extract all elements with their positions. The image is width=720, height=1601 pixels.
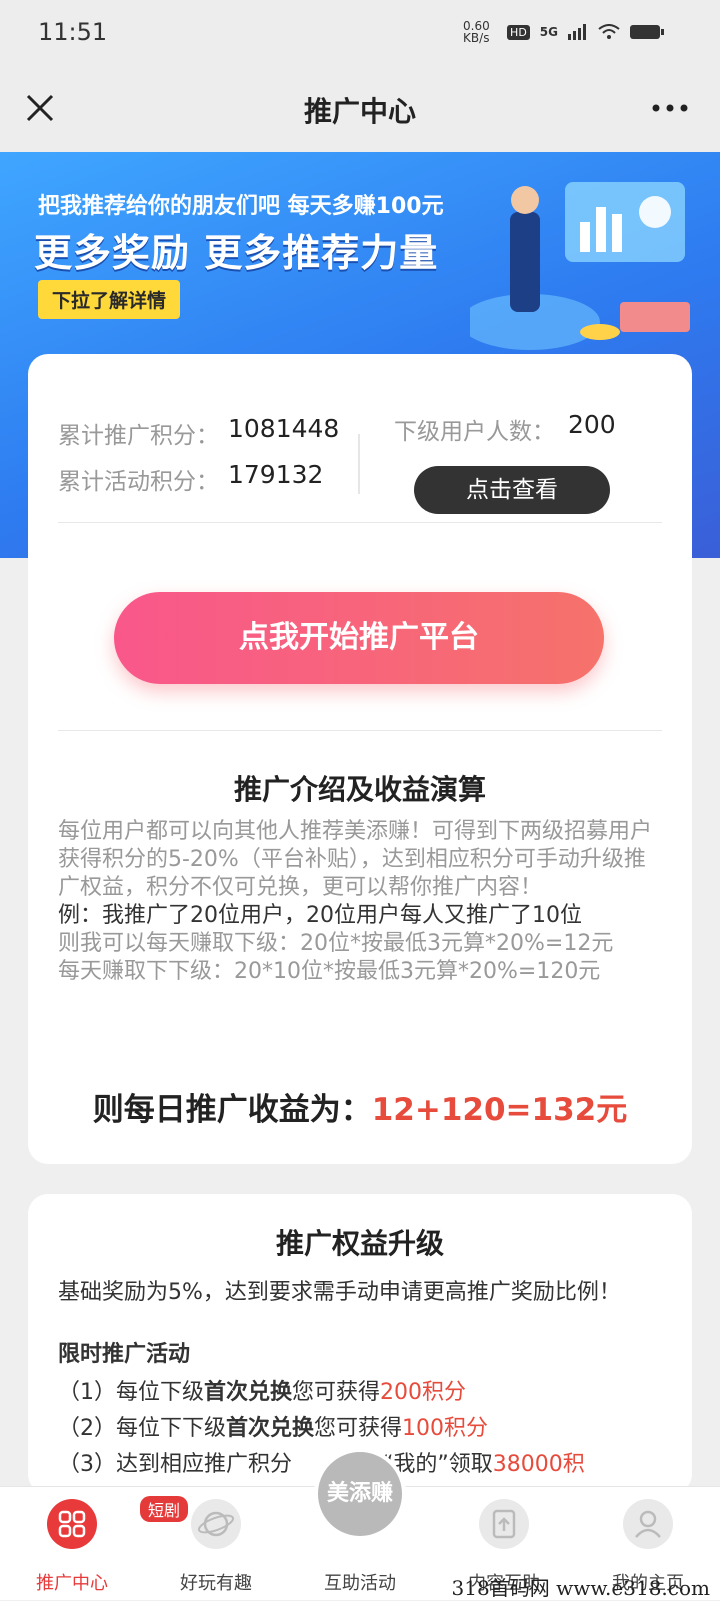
- item2-prefix: （2）每位下下级: [58, 1416, 226, 1441]
- battery-icon: [630, 25, 664, 39]
- center-logo-button[interactable]: 美添赚: [314, 1448, 406, 1540]
- item3-prefix: （3）达到相应推广积分: [58, 1452, 292, 1477]
- intro-text: 每位用户都可以向其他人推荐美添赚！可得到下两级招募用户获得积分的5-20%（平台…: [58, 818, 662, 986]
- divider: [58, 730, 662, 731]
- stats-card: 累计推广积分： 1081448 累计活动积分： 179132 下级用户人数： 2…: [28, 354, 692, 1164]
- net-speed: 0.60 KB/s: [463, 19, 490, 45]
- start-promo-button[interactable]: 点我开始推广平台: [114, 592, 604, 684]
- item2-mid: 您可获得: [314, 1416, 403, 1441]
- item2-points: 100积分: [402, 1416, 489, 1441]
- hd-icon: HD: [507, 24, 530, 40]
- banner-details-pill: 下拉了解详情: [38, 280, 181, 319]
- item1-prefix: （1）每位下级: [58, 1380, 204, 1405]
- intro-example: 例：我推广了20位用户，20位用户每人又推广了10位: [58, 903, 582, 928]
- intro-title: 推广介绍及收益演算: [233, 773, 486, 806]
- intro-calc-level2: 每天赚取下下级：20*10位*按最低3元算*20%=120元: [58, 959, 601, 984]
- item2-bold: 首次兑换: [226, 1416, 315, 1441]
- intro-calc-level1: 则我可以每天赚取下级：20位*按最低3元算*20%=12元: [58, 931, 614, 956]
- upgrade-title: 推广权益升级: [275, 1227, 444, 1260]
- status-bar: 11:51 0.60 KB/s HD 5G: [0, 0, 720, 66]
- short-drama-badge: 短剧: [140, 1496, 189, 1522]
- stats-divider: [358, 434, 360, 494]
- upload-icon: [479, 1499, 529, 1549]
- item1-points: 200积分: [380, 1380, 467, 1405]
- view-sub-users-button[interactable]: 点击查看: [414, 466, 610, 514]
- tab-label: 好玩有趣: [180, 1573, 252, 1594]
- income-value: 12+120=132元: [371, 1092, 628, 1128]
- item3-points: 38000积: [492, 1452, 585, 1477]
- status-icons: 0.60 KB/s HD 5G: [463, 20, 664, 44]
- item1-bold: 首次兑换: [204, 1380, 293, 1405]
- network-label: 5G: [539, 25, 558, 39]
- item1-mid: 您可获得: [292, 1380, 381, 1405]
- tab-promo-center[interactable]: 推广中心: [0, 1487, 144, 1601]
- watermark: 318首码网 www.e318.com: [451, 1576, 710, 1600]
- activity-item-1: （1）每位下级首次兑换您可获得200积分: [58, 1378, 662, 1408]
- total-activity-label: 累计活动积分：: [58, 469, 219, 495]
- divider: [58, 522, 662, 523]
- total-promo-value: 1081448: [228, 414, 340, 443]
- sub-users-value: 200: [568, 410, 616, 439]
- total-activity-value: 179132: [228, 460, 324, 489]
- banner-headline: 把我推荐给你的朋友们吧 每天多赚100元: [38, 194, 444, 219]
- daily-income: 则每日推广收益为：12+120=132元: [28, 1084, 692, 1129]
- signal-icon: [568, 24, 586, 40]
- total-promo-label: 累计推广积分：: [58, 423, 219, 449]
- income-label: 则每日推广收益为：: [92, 1092, 372, 1128]
- planet-icon: [191, 1499, 241, 1549]
- wifi-icon: [598, 24, 620, 39]
- logo-icon: 美添赚: [326, 1481, 393, 1506]
- nav-bar: 推广中心: [0, 66, 720, 152]
- banner-illustration: [470, 182, 690, 350]
- page-title: 推广中心: [303, 95, 416, 128]
- sub-users-label: 下级用户人数：: [394, 419, 555, 445]
- grid-icon: [47, 1499, 97, 1549]
- activity-item-2: （2）每位下下级首次兑换您可获得100积分: [58, 1414, 662, 1444]
- status-time: 11:51: [38, 18, 108, 46]
- more-icon[interactable]: [648, 86, 692, 130]
- upgrade-base-text: 基础奖励为5%，达到要求需手动申请更高推广奖励比例！: [58, 1280, 621, 1305]
- banner-slogan: 更多奖励 更多推荐力量: [34, 231, 439, 275]
- tab-label: 推广中心: [36, 1573, 108, 1594]
- activity-title: 限时推广活动: [58, 1342, 191, 1367]
- user-icon: [623, 1499, 673, 1549]
- tab-label: 互助活动: [324, 1573, 396, 1594]
- intro-para: 每位用户都可以向其他人推荐美添赚！可得到下两级招募用户获得积分的5-20%（平台…: [58, 819, 653, 900]
